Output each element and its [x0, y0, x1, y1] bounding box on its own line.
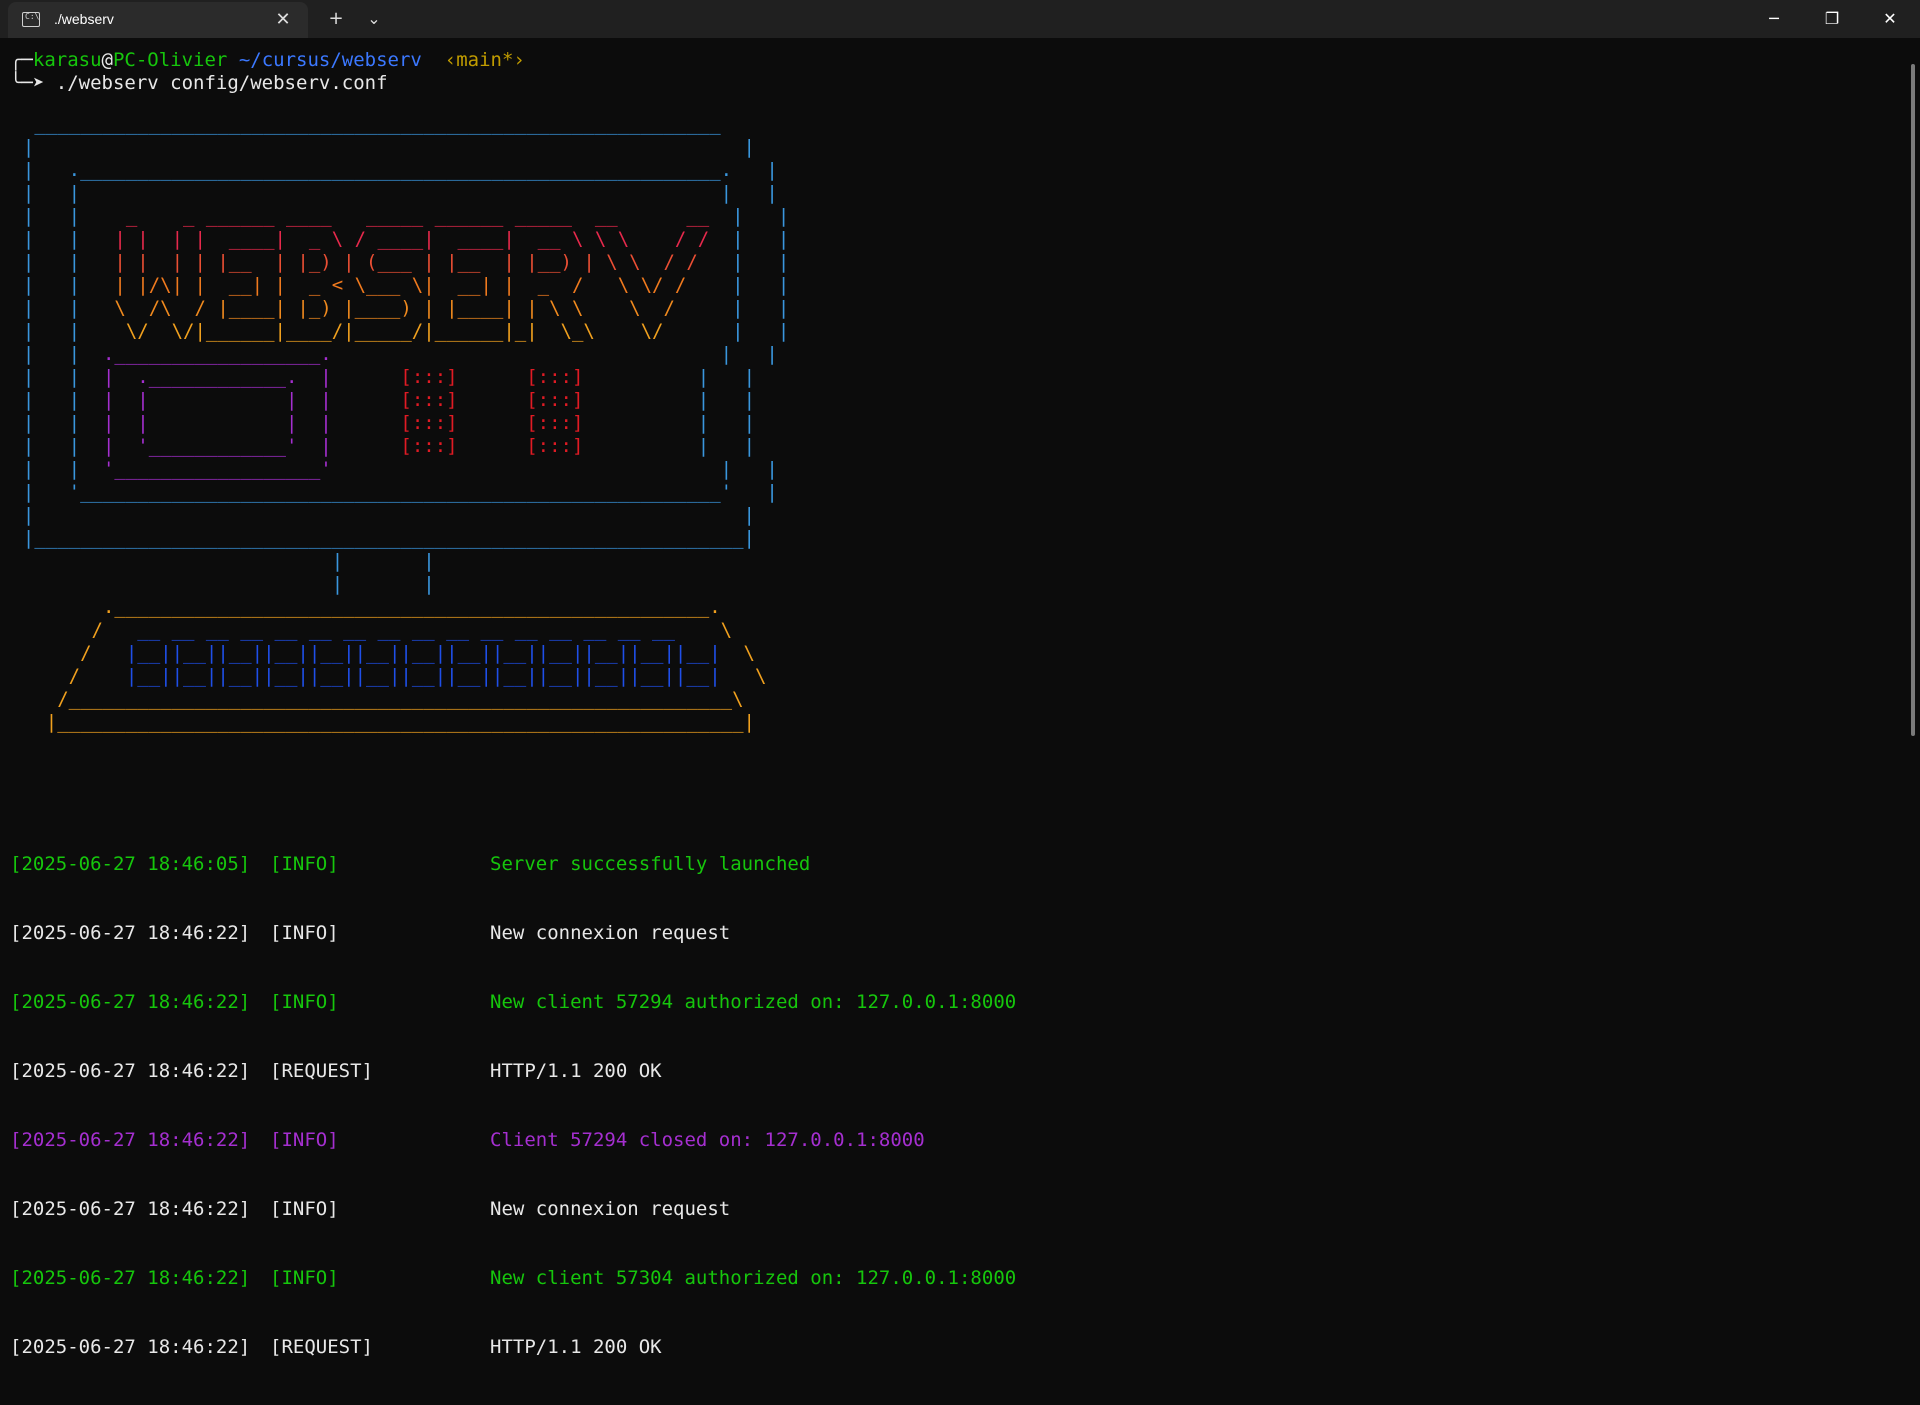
prompt-bracket-top: ╭─ [10, 49, 33, 71]
log-message: HTTP/1.1 200 OK [490, 1336, 662, 1358]
log-line: [2025-06-27 18:46:22] [REQUEST] HTTP/1.1 2… [0, 1060, 1016, 1083]
log-time: [2025-06-27 18:46:22] [10, 1336, 251, 1358]
log-time: [2025-06-27 18:46:22] [10, 991, 251, 1013]
log-message: New client 57294 authorized on: 127.0.0.… [490, 991, 1017, 1013]
prompt-at: @ [101, 49, 113, 71]
log-time: [2025-06-27 18:46:22] [10, 922, 251, 944]
log-time: [2025-06-27 18:46:22] [10, 1060, 251, 1082]
scrollbar-thumb[interactable] [1911, 64, 1915, 736]
tab-title: ./webserv [54, 11, 114, 27]
server-log: [2025-06-27 18:46:05] [INFO] Server succes… [0, 807, 1016, 1405]
command-text: ./webserv config/webserv.conf [55, 72, 388, 94]
log-line: [2025-06-27 18:46:22] [INFO] New connexion… [0, 922, 1016, 945]
log-level: [REQUEST] [270, 1336, 373, 1358]
log-line: [2025-06-27 18:46:22] [INFO] Client 57294 … [0, 1129, 1016, 1152]
log-level: [REQUEST] [270, 1060, 373, 1082]
prompt-path: ~/cursus/webserv [238, 49, 422, 71]
webserv-ascii-banner: ________________________________________… [22, 113, 790, 733]
command-line: ╰─➤ ./webserv config/webserv.conf [10, 72, 388, 95]
close-tab-button[interactable]: ✕ [270, 7, 296, 33]
prompt-user: karasu [32, 49, 102, 71]
minimize-button[interactable]: ─ [1746, 0, 1802, 38]
log-time: [2025-06-27 18:46:05] [10, 853, 251, 875]
log-message: Client 57294 closed on: 127.0.0.1:8000 [490, 1129, 925, 1151]
log-line: [2025-06-27 18:46:22] [INFO] New connexion… [0, 1198, 1016, 1221]
tab-dropdown-button[interactable]: ⌄ [356, 6, 392, 32]
log-message: HTTP/1.1 200 OK [490, 1060, 662, 1082]
tab-webserv[interactable]: C:\ ./webserv ✕ [8, 2, 308, 38]
log-message: New connexion request [490, 1198, 731, 1220]
new-tab-button[interactable]: + [318, 6, 354, 32]
log-line: [2025-06-27 18:46:05] [INFO] Server succes… [0, 853, 1016, 876]
scrollbar[interactable] [1906, 38, 1920, 1020]
log-level: [INFO] [270, 1129, 339, 1151]
log-level: [INFO] [270, 991, 339, 1013]
log-time: [2025-06-27 18:46:22] [10, 1129, 251, 1151]
terminal-output[interactable]: ╭─karasu@PC-Olivier ~/cursus/webserv ‹ma… [0, 38, 1906, 1358]
log-time: [2025-06-27 18:46:22] [10, 1267, 251, 1289]
log-line: [2025-06-27 18:46:22] [INFO] New client 57… [0, 1267, 1016, 1290]
log-line: [2025-06-27 18:46:22] [INFO] New client 57… [0, 991, 1016, 1014]
prompt-branch: ‹main*› [444, 49, 525, 71]
prompt-host: PC-Olivier [112, 49, 228, 71]
prompt-line: ╭─karasu@PC-Olivier ~/cursus/webserv ‹ma… [10, 49, 525, 72]
maximize-button[interactable]: ❐ [1804, 0, 1860, 38]
log-line: [2025-06-27 18:46:22] [REQUEST] HTTP/1.1 2… [0, 1336, 1016, 1359]
log-message: Server successfully launched [490, 853, 811, 875]
log-message: New connexion request [490, 922, 731, 944]
title-bar: C:\ ./webserv ✕ + ⌄ ─ ❐ ✕ [0, 0, 1920, 38]
close-window-button[interactable]: ✕ [1862, 0, 1918, 38]
log-time: [2025-06-27 18:46:22] [10, 1198, 251, 1220]
log-level: [INFO] [270, 1198, 339, 1220]
log-level: [INFO] [270, 1267, 339, 1289]
log-message: New client 57304 authorized on: 127.0.0.… [490, 1267, 1017, 1289]
prompt-bracket-bottom: ╰─➤ [10, 72, 45, 94]
log-level: [INFO] [270, 922, 339, 944]
terminal-icon: C:\ [22, 12, 40, 27]
log-level: [INFO] [270, 853, 339, 875]
